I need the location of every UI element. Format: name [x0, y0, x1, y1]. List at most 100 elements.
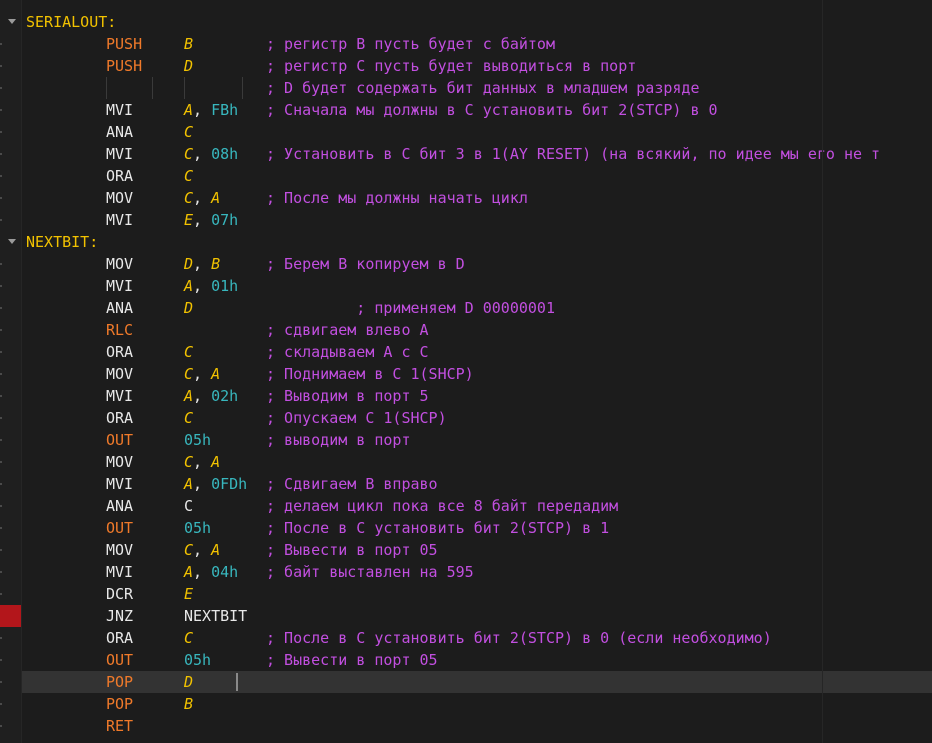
gutter-cell[interactable]: [0, 363, 21, 385]
gutter-cell[interactable]: [0, 451, 21, 473]
code-line[interactable]: OUT 05h ; выводим в порт: [22, 429, 932, 451]
gutter-cell[interactable]: [0, 187, 21, 209]
operand-reg: A: [184, 563, 194, 581]
code-line[interactable]: MVI A, 01h: [22, 275, 932, 297]
code-label-line[interactable]: NEXTBIT:: [22, 231, 932, 253]
operand-reg: A: [211, 541, 221, 559]
instruction-mnemonic: POP: [106, 673, 134, 691]
operand-punct: ,: [193, 101, 212, 119]
code-line[interactable]: ORA C ; После в C установить бит 2(STCP) в…: [22, 627, 932, 649]
gutter-cell[interactable]: [0, 473, 21, 495]
code-comment: ; Вывести в порт 05: [266, 651, 438, 669]
gutter-cell[interactable]: [0, 495, 21, 517]
code-line[interactable]: MVI A, 02h ; Выводим в порт 5: [22, 385, 932, 407]
code-line[interactable]: MVI A, FBh ; Сначала мы должны в C установ…: [22, 99, 932, 121]
gutter-cell[interactable]: [0, 341, 21, 363]
editor-text-area[interactable]: SERIALOUT: PUSH B ; регистр B пусть будет с…: [22, 0, 932, 743]
operand-reg: A: [211, 365, 221, 383]
gutter-cell[interactable]: [0, 561, 21, 583]
instruction-mnemonic: ANA: [106, 123, 134, 141]
gutter-cell[interactable]: [0, 231, 21, 253]
code-editor[interactable]: SERIALOUT: PUSH B ; регистр B пусть будет с…: [0, 0, 932, 743]
gutter-cell[interactable]: [0, 11, 21, 33]
code-line[interactable]: DCR E: [22, 583, 932, 605]
gutter-cell[interactable]: [0, 583, 21, 605]
instruction-operands: C: [184, 627, 193, 649]
code-line[interactable]: MVI C, 08h ; Установить в C бит 3 в 1(AY R…: [22, 143, 932, 165]
gutter-cell[interactable]: [0, 143, 21, 165]
gutter-cell[interactable]: [0, 275, 21, 297]
gutter-cell[interactable]: [0, 407, 21, 429]
operand-punct: ,: [193, 365, 212, 383]
instruction-operands: D: [184, 297, 193, 319]
error-marker[interactable]: [0, 605, 21, 627]
gutter-cell[interactable]: [0, 297, 21, 319]
code-line[interactable]: ANA C: [22, 121, 932, 143]
gutter-cell[interactable]: [0, 539, 21, 561]
code-line[interactable]: RET: [22, 715, 932, 737]
gutter-cell[interactable]: [0, 77, 21, 99]
code-line[interactable]: ORA C ; складываем A с C: [22, 341, 932, 363]
code-line[interactable]: MOV C, A ; Поднимаем в C 1(SHCP): [22, 363, 932, 385]
editor-gutter[interactable]: [0, 0, 22, 743]
code-line[interactable]: OUT 05h ; Вывести в порт 05: [22, 649, 932, 671]
gutter-dot: [0, 549, 2, 551]
gutter-dot: [0, 417, 2, 419]
code-label-line[interactable]: SERIALOUT:: [22, 11, 932, 33]
code-line[interactable]: POP D: [22, 671, 932, 693]
gutter-cell[interactable]: [0, 715, 21, 737]
chevron-down-icon[interactable]: [8, 19, 16, 24]
code-line[interactable]: MOV D, B ; Берем B копируем в D: [22, 253, 932, 275]
code-line[interactable]: OUT 05h ; После в C установить бит 2(STCP)…: [22, 517, 932, 539]
code-line[interactable]: MVI E, 07h: [22, 209, 932, 231]
instruction-mnemonic: POP: [106, 695, 134, 713]
operand-num: 0FDh: [211, 475, 248, 493]
gutter-cell[interactable]: [0, 517, 21, 539]
operand-punct: ,: [193, 255, 212, 273]
code-line[interactable]: ANA D ; применяем D 00000001: [22, 297, 932, 319]
gutter-cell[interactable]: [0, 121, 21, 143]
gutter-cell[interactable]: [0, 385, 21, 407]
code-line[interactable]: RLC ; сдвигаем влево A: [22, 319, 932, 341]
gutter-cell[interactable]: [0, 627, 21, 649]
indent-guide: [242, 77, 243, 99]
gutter-cell[interactable]: [0, 99, 21, 121]
gutter-dot: [0, 131, 2, 133]
code-line[interactable]: JNZ NEXTBIT: [22, 605, 932, 627]
instruction-mnemonic: MVI: [106, 475, 134, 493]
gutter-cell[interactable]: [0, 253, 21, 275]
code-line[interactable]: PUSH D ; регистр C пусть будет выводиться …: [22, 55, 932, 77]
code-line[interactable]: MOV C, A: [22, 451, 932, 473]
code-line[interactable]: ORA C ; Опускаем C 1(SHCP): [22, 407, 932, 429]
gutter-dot: [0, 109, 2, 111]
code-line[interactable]: ANA C ; делаем цикл пока все 8 байт переда…: [22, 495, 932, 517]
instruction-operands: A, 0FDh: [184, 473, 247, 495]
gutter-cell[interactable]: [0, 55, 21, 77]
gutter-cell[interactable]: [0, 671, 21, 693]
gutter-dot: [0, 483, 2, 485]
gutter-cell[interactable]: [0, 209, 21, 231]
code-line[interactable]: PUSH B ; регистр B пусть будет с байтом: [22, 33, 932, 55]
instruction-mnemonic: ORA: [106, 629, 134, 647]
gutter-cell[interactable]: [0, 693, 21, 715]
gutter-cell[interactable]: [0, 319, 21, 341]
chevron-down-icon[interactable]: [8, 239, 16, 244]
instruction-mnemonic: PUSH: [106, 35, 143, 53]
operand-punct: ,: [193, 189, 212, 207]
code-line[interactable]: MOV C, A ; Вывести в порт 05: [22, 539, 932, 561]
operand-punct: ,: [193, 563, 212, 581]
gutter-cell[interactable]: [0, 649, 21, 671]
gutter-dot: [0, 175, 2, 177]
instruction-operands: B: [184, 33, 193, 55]
code-line[interactable]: MVI A, 0FDh ; Сдвигаем B вправо: [22, 473, 932, 495]
gutter-cell[interactable]: [0, 33, 21, 55]
code-line[interactable]: ORA C: [22, 165, 932, 187]
gutter-cell[interactable]: [0, 165, 21, 187]
code-line[interactable]: MOV C, A ; После мы должны начать цикл: [22, 187, 932, 209]
code-line[interactable]: MVI A, 04h ; байт выставлен на 595: [22, 561, 932, 583]
gutter-cell[interactable]: [0, 429, 21, 451]
gutter-dot: [0, 725, 2, 727]
code-line[interactable]: POP B: [22, 693, 932, 715]
code-line[interactable]: ; D будет содержать бит данных в младшем…: [22, 77, 932, 99]
instruction-mnemonic: OUT: [106, 651, 134, 669]
